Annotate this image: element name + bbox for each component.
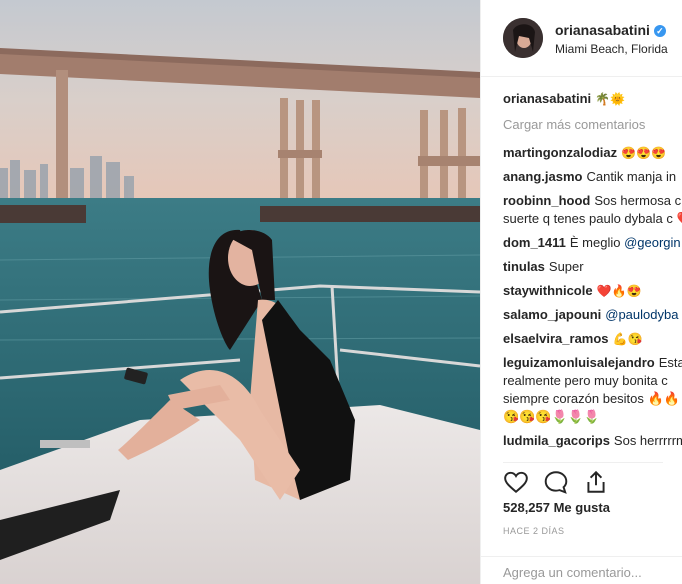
share-upload-icon[interactable] (583, 469, 609, 495)
comment-mention[interactable]: @georgin (624, 235, 681, 250)
comment-item: staywithnicole ❤️🔥😍 (503, 282, 682, 300)
caption-username[interactable]: orianasabatini (503, 91, 591, 106)
comment-text: Sos herrrrrm (613, 433, 682, 448)
avatar-image (503, 18, 543, 58)
comment-username[interactable]: leguizamonluisalejandro (503, 355, 655, 370)
comment-username[interactable]: tinulas (503, 259, 545, 274)
post-sidebar: orianasabatini ✓ Miami Beach, Florida ori… (480, 0, 682, 584)
comment-item: salamo_japouni @paulodyba (503, 306, 682, 324)
post-username[interactable]: orianasabatini (555, 22, 650, 38)
comment-item: anang.jasmo Cantik manja in (503, 168, 682, 186)
caption: orianasabatini 🌴🌞 (503, 90, 682, 108)
comment-item: dom_1411 È meglio @georgin (503, 234, 682, 252)
comment-item: leguizamonluisalejandroEsta realmente pe… (503, 354, 682, 426)
comment-username[interactable]: staywithnicole (503, 283, 593, 298)
comment-username[interactable]: dom_1411 (503, 235, 566, 250)
photo-scene (0, 0, 480, 584)
comment-mention[interactable]: @paulodyba (605, 307, 678, 322)
comment-username[interactable]: elsaelvira_ramos (503, 331, 609, 346)
comment-item: roobinn_hood Sos hermosa c suerte q tenes… (503, 192, 682, 228)
load-more-comments-button[interactable]: Cargar más comentarios (503, 116, 682, 134)
comment-item: ludmila_gacorips Sos herrrrrm (503, 432, 682, 450)
comment-username[interactable]: ludmila_gacorips (503, 433, 610, 448)
post-location[interactable]: Miami Beach, Florida (555, 42, 668, 56)
instagram-post: orianasabatini ✓ Miami Beach, Florida ori… (0, 0, 682, 584)
comment-item: tinulas Super (503, 258, 682, 276)
comment-bubble-icon[interactable] (543, 469, 569, 495)
comment-list: orianasabatini 🌴🌞 Cargar más comentarios … (503, 90, 682, 456)
add-comment-placeholder[interactable]: Agrega un comentario... (503, 565, 642, 580)
comment-item: elsaelvira_ramos 💪😘 (503, 330, 682, 348)
comment-username[interactable]: roobinn_hood (503, 193, 590, 208)
comment-username[interactable]: martingonzalodiaz (503, 145, 617, 160)
comment-text: Super (548, 259, 584, 274)
verified-badge-icon: ✓ (653, 25, 666, 37)
comment-username[interactable]: anang.jasmo (503, 169, 582, 184)
comment-text: 😍😍😍 (621, 146, 666, 160)
likes-count[interactable]: 528,257 Me gusta (503, 500, 610, 515)
comment-username[interactable]: salamo_japouni (503, 307, 601, 322)
post-photo[interactable] (0, 0, 480, 584)
comment-text: 💪😘 (612, 332, 643, 346)
username-row: orianasabatini ✓ (555, 22, 666, 38)
action-bar (503, 462, 663, 503)
comment-text: È meglio (569, 235, 625, 250)
avatar[interactable] (503, 18, 543, 58)
comment-item: martingonzalodiaz 😍😍😍 (503, 144, 682, 162)
comment-text: Cantik manja in (586, 169, 677, 184)
post-header: orianasabatini ✓ Miami Beach, Florida (481, 0, 682, 77)
add-comment-field[interactable]: Agrega un comentario... (481, 556, 682, 584)
like-heart-icon[interactable] (503, 469, 529, 495)
post-timestamp: HACE 2 DÍAS (503, 526, 565, 536)
comment-text: ❤️🔥😍 (596, 284, 642, 298)
caption-text: 🌴🌞 (595, 92, 626, 106)
